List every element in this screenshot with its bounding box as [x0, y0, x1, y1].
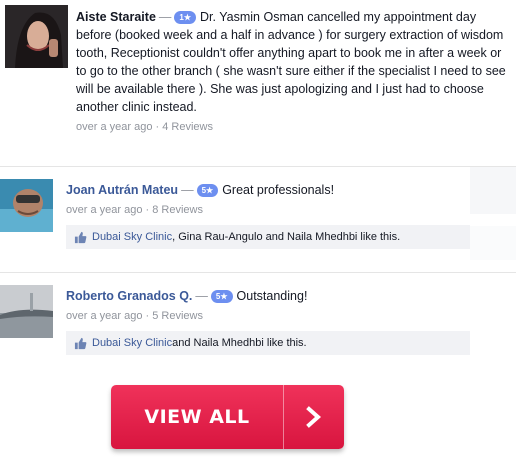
review-text-block: Aiste Staraite —1★ Dr. Yasmin Osman cancel…	[76, 8, 512, 116]
author-name[interactable]: Roberto Granados Q.	[66, 289, 192, 303]
avatar-image	[0, 285, 53, 338]
separator: —	[181, 183, 194, 197]
review-meta: over a year ago · 5 Reviews	[66, 310, 203, 322]
liked-page-link[interactable]: Dubai Sky Clinic	[92, 337, 172, 349]
avatar[interactable]	[5, 5, 68, 68]
view-all-label: VIEW ALL	[144, 406, 250, 428]
review-text: Dr. Yasmin Osman cancelled my appointmen…	[76, 10, 506, 114]
likes-bar: Dubai Sky Clinic and Naila Mhedhbi like …	[66, 331, 470, 355]
review-text-block: Joan Autrán Mateu —5★ Great professionals!	[66, 181, 470, 199]
liked-page-link[interactable]: Dubai Sky Clinic	[92, 231, 172, 243]
review-content: Roberto Granados Q. —5★ Outstanding! over …	[66, 287, 470, 355]
review-content: Aiste Staraite —1★ Dr. Yasmin Osman cancel…	[76, 8, 512, 133]
review-item: Roberto Granados Q. —5★ Outstanding! over …	[0, 272, 516, 372]
review-text: Outstanding!	[236, 289, 308, 303]
avatar-image	[0, 179, 53, 232]
avatar[interactable]	[0, 285, 53, 338]
rating-badge: 1★	[174, 11, 197, 24]
view-all-button[interactable]: VIEW ALL	[111, 385, 344, 449]
likes-bar: Dubai Sky Clinic, Gina Rau-Angulo and Na…	[66, 225, 470, 249]
review-item: Joan Autrán Mateu —5★ Great professionals!…	[0, 166, 516, 262]
review-meta: over a year ago · 4 Reviews	[76, 121, 213, 133]
thumbs-up-icon	[74, 231, 87, 243]
reviews-widget: Aiste Staraite —1★ Dr. Yasmin Osman cancel…	[0, 0, 516, 462]
review-text: Great professionals!	[222, 183, 335, 197]
chevron-right-icon	[284, 385, 344, 449]
separator: —	[195, 289, 208, 303]
review-meta: over a year ago · 8 Reviews	[66, 204, 203, 216]
rating-badge: 5★	[196, 184, 219, 197]
author-name[interactable]: Aiste Staraite	[76, 10, 156, 24]
review-item: Aiste Staraite —1★ Dr. Yasmin Osman cancel…	[0, 0, 516, 166]
review-content: Joan Autrán Mateu —5★ Great professionals!…	[66, 181, 470, 249]
likes-text: , Gina Rau-Angulo and Naila Mhedhbi like…	[172, 231, 401, 243]
thumbs-up-icon	[74, 337, 87, 349]
review-text-block: Roberto Granados Q. —5★ Outstanding!	[66, 287, 470, 305]
avatar-image	[5, 5, 68, 68]
rating-badge: 5★	[210, 290, 233, 303]
likes-text: and Naila Mhedhbi like this.	[172, 337, 307, 349]
avatar[interactable]	[0, 179, 53, 232]
author-name[interactable]: Joan Autrán Mateu	[66, 183, 178, 197]
separator: —	[158, 10, 172, 24]
